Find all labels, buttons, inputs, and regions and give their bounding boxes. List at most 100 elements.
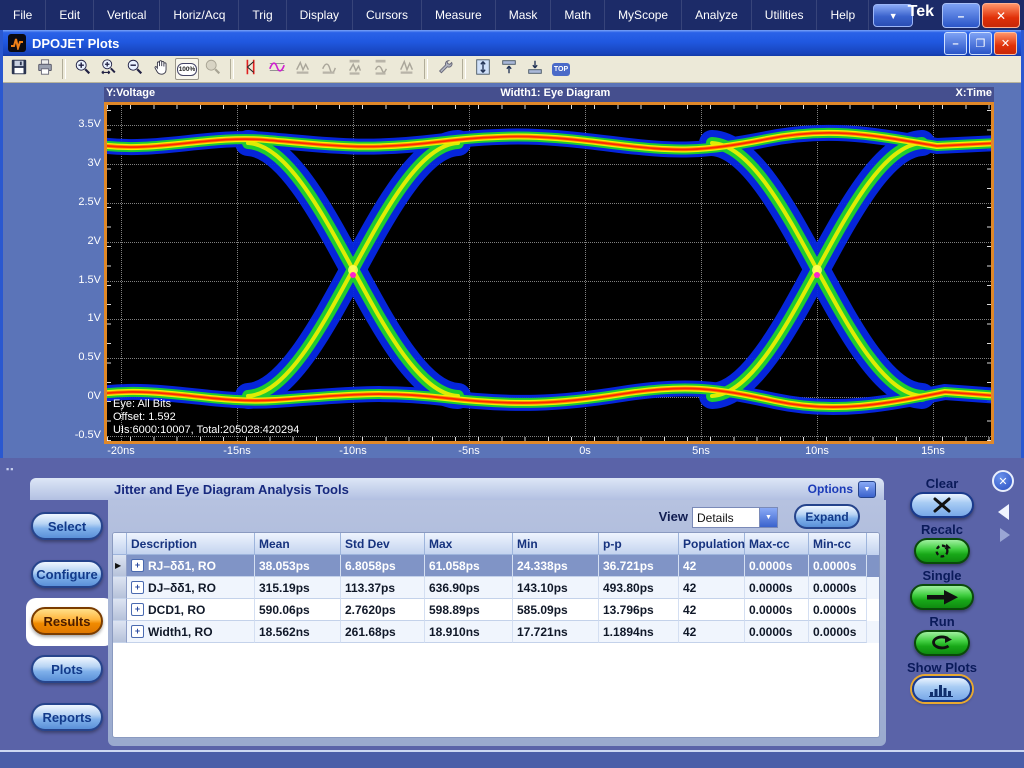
options-dropdown-button[interactable]: ▼ (858, 480, 876, 498)
plots-minimize-button[interactable]: – (944, 32, 967, 55)
zoom-in-button[interactable] (71, 58, 95, 80)
clear-button[interactable] (910, 492, 974, 518)
print-button[interactable] (33, 58, 57, 80)
max-min-vertical-button[interactable] (343, 58, 367, 80)
row-description-cell: + DCD1, RO (127, 599, 255, 621)
row-value-cell: 13.796ps (599, 599, 679, 621)
row-value-cell: 0.0000s (809, 621, 867, 643)
options-button[interactable]: Options (808, 482, 853, 496)
align-top-button[interactable] (497, 58, 521, 80)
menu-item-math[interactable]: Math (551, 0, 606, 30)
menu-item-utilities[interactable]: Utilities (752, 0, 818, 30)
pan-button[interactable] (149, 58, 173, 80)
plots-close-button[interactable]: ✕ (994, 32, 1017, 55)
column-header-population[interactable]: Population (679, 533, 745, 555)
menu-item-edit[interactable]: Edit (46, 0, 95, 30)
reset-vertical-button[interactable] (291, 58, 315, 80)
expand-row-icon[interactable]: + (131, 581, 144, 594)
view-select[interactable]: Details ▼ (692, 507, 778, 528)
run-button[interactable] (914, 630, 970, 656)
row-value-cell: 113.37ps (341, 577, 425, 599)
panel-close-button[interactable]: ✕ (992, 470, 1014, 492)
select-button[interactable]: Select (31, 512, 103, 540)
expand-button[interactable]: Expand (794, 504, 860, 529)
sync-button[interactable] (395, 58, 419, 80)
column-header-mean[interactable]: Mean (255, 533, 341, 555)
vertical-cursors-button[interactable] (239, 58, 263, 80)
properties-button[interactable] (433, 58, 457, 80)
single-button[interactable] (910, 584, 974, 610)
table-row[interactable]: ▶ + RJ–δδ1, RO 38.053ps 6.8058ps 61.058ps 24.3… (113, 555, 879, 577)
row-value-cell: 6.8058ps (341, 555, 425, 577)
column-header-description[interactable]: Description (127, 533, 255, 555)
waveform-cursors-button[interactable] (265, 58, 289, 80)
view-label: View (658, 509, 688, 524)
menu-item-trig[interactable]: Trig (239, 0, 287, 30)
fit-vertical-button[interactable] (471, 58, 495, 80)
dpojet-plots-window: DPOJET Plots – ❐ ✕ 100% TOP Y:Voltage Wi… (0, 30, 1024, 459)
row-value-cell: 18.562ns (255, 621, 341, 643)
run-loop-icon (932, 635, 952, 649)
recalc-label: Recalc (921, 522, 963, 537)
single-label: Single (922, 568, 962, 583)
menu-item-myscope[interactable]: MyScope (605, 0, 683, 30)
plots-maximize-button[interactable]: ❐ (969, 32, 992, 55)
align-bottom-button[interactable] (523, 58, 547, 80)
expand-row-icon[interactable]: + (131, 559, 144, 572)
row-description-label: DCD1, RO (148, 602, 206, 617)
plot-x-axis-title: X:Time (955, 87, 992, 99)
collapse-left-icon[interactable] (998, 504, 1009, 520)
show-plots-button[interactable] (912, 676, 972, 702)
zoom-100-icon: 100% (176, 62, 198, 76)
dpojet-app-icon (8, 34, 26, 52)
column-header-max[interactable]: Max (425, 533, 513, 555)
eye-diagram-plot[interactable]: Eye: All Bits Offset: 1.592 UIs:6000:10007… (104, 102, 994, 444)
menu-item-help[interactable]: Help (817, 0, 870, 30)
results-button[interactable]: Results (31, 607, 103, 635)
plots-button[interactable]: Plots (31, 655, 103, 683)
menu-item-vertical[interactable]: Vertical (94, 0, 161, 30)
plot-y-axis-title: Y:Voltage (106, 87, 156, 99)
menu-item-analyze[interactable]: Analyze (682, 0, 752, 30)
menu-item-horizacq[interactable]: Horiz/Acq (160, 0, 240, 30)
table-row[interactable]: + Width1, RO 18.562ns 261.68ps 18.910ns 17.72… (113, 621, 879, 643)
recalc-button[interactable] (914, 538, 970, 564)
zoom-100-button[interactable]: 100% (175, 58, 199, 80)
expand-row-icon[interactable]: + (131, 625, 144, 638)
table-row[interactable]: + DCD1, RO 590.06ps 2.7620ps 598.89ps 585.09p… (113, 599, 879, 621)
menu-item-measure[interactable]: Measure (422, 0, 496, 30)
table-row[interactable]: + DJ–δδ1, RO 315.19ps 113.37ps 636.90ps 143.1… (113, 577, 879, 599)
zoom-out-button[interactable] (123, 58, 147, 80)
menu-item-cursors[interactable]: Cursors (353, 0, 423, 30)
configure-button[interactable]: Configure (31, 560, 103, 588)
reset-horizontal-button[interactable] (317, 58, 341, 80)
chevron-down-icon[interactable]: ▼ (759, 508, 777, 527)
toolbar-separator (230, 59, 234, 79)
save-button[interactable] (7, 58, 31, 80)
column-header-maxcc[interactable]: Max-cc (745, 533, 809, 555)
column-header-pp[interactable]: p-p (599, 533, 679, 555)
panel-grip[interactable]: ▪▪ (6, 464, 14, 474)
dpojet-analysis-panel: ▪▪ Jitter and Eye Diagram Analysis Tools… (0, 458, 1024, 768)
menu-item-mask[interactable]: Mask (496, 0, 552, 30)
column-header-min[interactable]: Min (513, 533, 599, 555)
x-axis-tick-label: 0s (579, 445, 591, 457)
zoom-sync-button[interactable] (201, 58, 225, 80)
max-min-horizontal-button[interactable] (369, 58, 393, 80)
wrench-icon (436, 58, 454, 81)
collapse-right-icon[interactable] (1000, 528, 1010, 542)
column-header-stddev[interactable]: Std Dev (341, 533, 425, 555)
plots-window-titlebar[interactable]: DPOJET Plots – ❐ ✕ (3, 30, 1021, 56)
row-description-cell: + DJ–δδ1, RO (127, 577, 255, 599)
expand-row-icon[interactable]: + (131, 603, 144, 616)
clear-x-icon (933, 497, 951, 513)
reports-button[interactable]: Reports (31, 703, 103, 731)
app-close-button[interactable]: ✕ (982, 3, 1020, 28)
column-header-mincc[interactable]: Min-cc (809, 533, 867, 555)
menu-item-file[interactable]: File (0, 0, 47, 30)
app-minimize-button[interactable]: – (942, 3, 980, 28)
zoom-horizontal-button[interactable] (97, 58, 121, 80)
top-button[interactable]: TOP (549, 58, 573, 80)
row-value-cell: 61.058ps (425, 555, 513, 577)
menu-item-display[interactable]: Display (287, 0, 353, 30)
